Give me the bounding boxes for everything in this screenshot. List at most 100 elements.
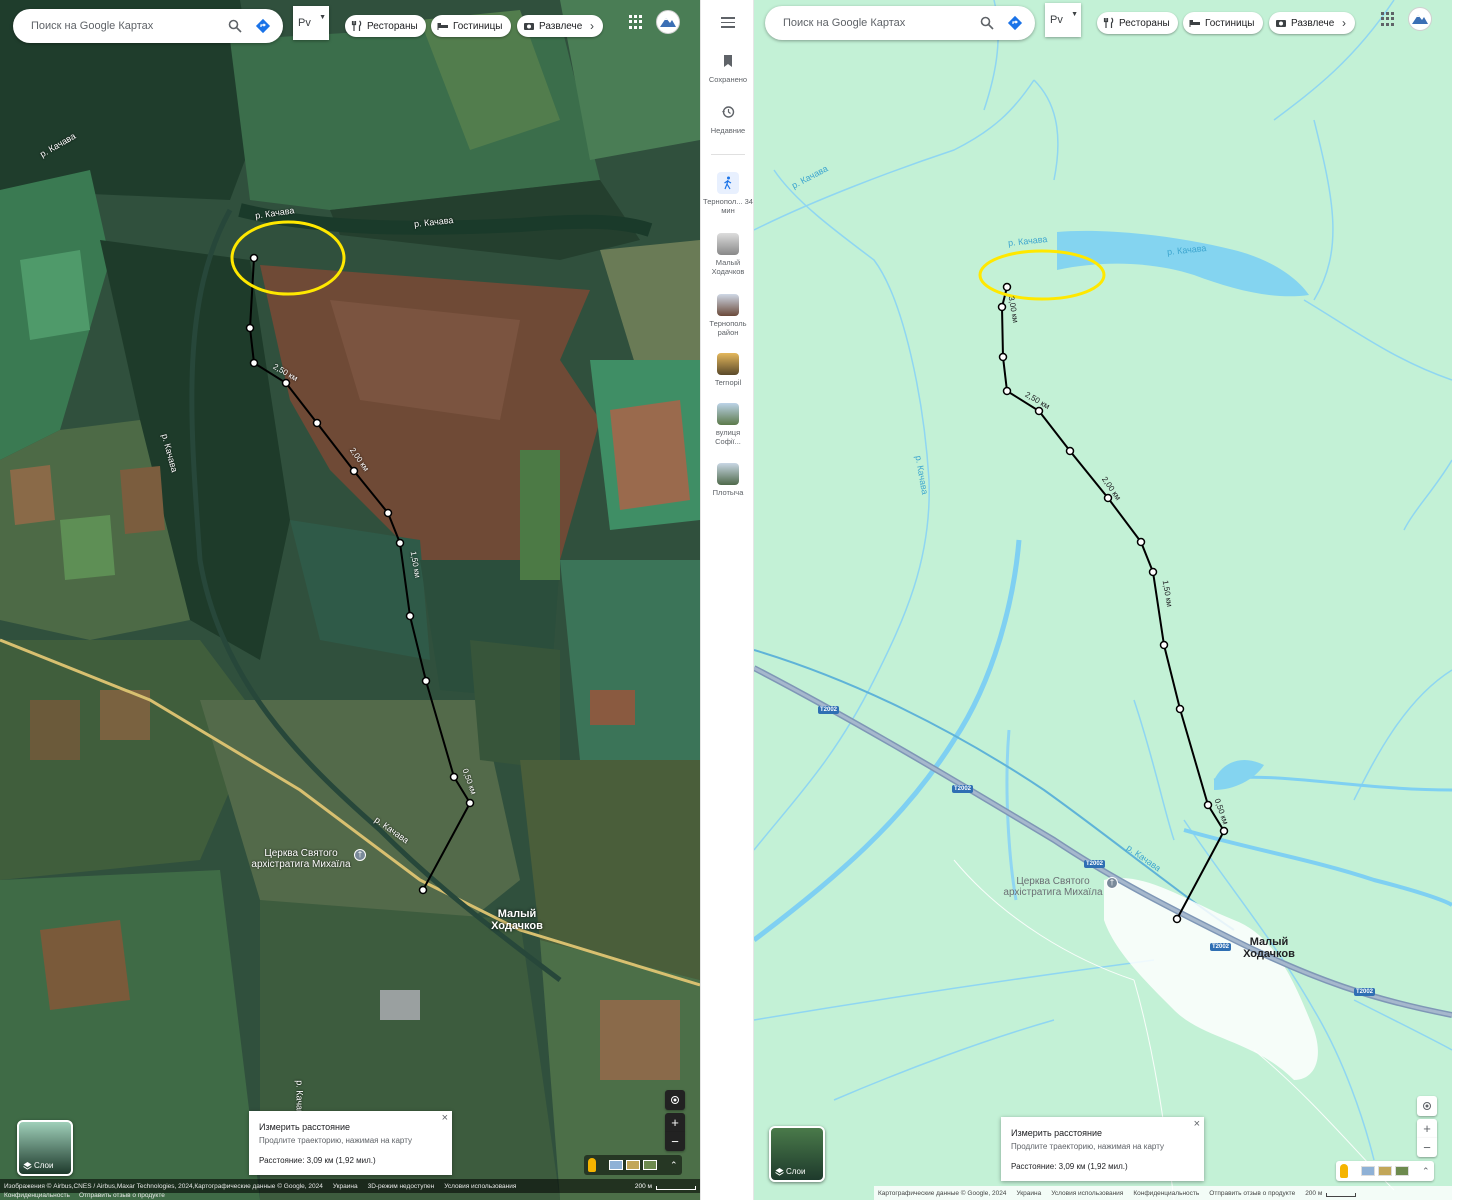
directions-icon[interactable] (249, 12, 277, 40)
footer-country[interactable]: Украина (1016, 1190, 1041, 1197)
route-point[interactable] (405, 611, 415, 621)
route-dropdown[interactable]: Рv ▼ (293, 6, 329, 40)
church-label[interactable]: Церква Святого архістратига Михаїла (246, 848, 356, 870)
sidebar-item-place[interactable]: Тернополь район (701, 294, 755, 337)
route-point[interactable] (998, 352, 1008, 362)
road-badge: T2002 (1084, 860, 1106, 868)
close-icon[interactable]: × (1194, 1118, 1200, 1130)
footer-terms[interactable]: Условия использования (444, 1183, 516, 1190)
highlight-ellipse (978, 249, 1106, 301)
default-map[interactable]: р. Качава р. Качава р. Качава р. Качава … (754, 0, 1452, 1200)
search-input[interactable]: Поиск на Google Картах (31, 20, 221, 32)
footer-feedback[interactable]: Отправить отзыв о продукте (1209, 1190, 1295, 1197)
expand-icon[interactable]: ⌃ (670, 1160, 678, 1171)
chip-hotels[interactable]: Гостиницы (1183, 12, 1263, 34)
imagery-thumb[interactable] (1395, 1166, 1409, 1176)
imagery-thumb[interactable] (626, 1160, 640, 1170)
my-location-button[interactable] (665, 1090, 685, 1110)
route-point[interactable] (281, 378, 291, 388)
footer-feedback[interactable]: Отправить отзыв о продукте (79, 1192, 165, 1199)
chevron-right-icon[interactable]: › (584, 18, 600, 34)
street-view-strip[interactable]: ⌃ (1336, 1161, 1434, 1181)
search-input[interactable]: Поиск на Google Картах (783, 17, 973, 29)
route-point[interactable] (1159, 640, 1169, 650)
route-point[interactable] (997, 302, 1007, 312)
layers-button[interactable]: Слои (17, 1120, 73, 1176)
imagery-thumb[interactable] (643, 1160, 657, 1170)
directions-icon[interactable] (1001, 9, 1029, 37)
street-view-strip[interactable]: ⌃ (584, 1155, 682, 1175)
hotel-icon (437, 20, 449, 32)
zoom-out-icon[interactable]: − (665, 1132, 685, 1151)
footer-privacy[interactable]: Конфиденциальность (4, 1192, 70, 1199)
route-point[interactable] (349, 466, 359, 476)
route-point[interactable] (1219, 826, 1229, 836)
close-icon[interactable]: × (442, 1112, 448, 1124)
zoom-in-icon[interactable]: + (1417, 1119, 1437, 1138)
sidebar-divider (711, 154, 745, 155)
expand-icon[interactable]: ⌃ (1422, 1166, 1430, 1177)
town-label[interactable]: Малый Ходачков (1236, 936, 1302, 960)
sidebar-item-place[interactable]: Малый Ходачков (701, 233, 755, 276)
app-sidebar: Сохранено Недавние Тернопол... 34 мин Ма… (700, 0, 754, 1200)
route-point[interactable] (449, 772, 459, 782)
imagery-thumb[interactable] (609, 1160, 623, 1170)
sidebar-item-place[interactable]: Плотыча (701, 463, 755, 497)
layers-button[interactable]: Слои (769, 1126, 825, 1182)
route-point[interactable] (395, 538, 405, 548)
church-label[interactable]: Церква Святого архістратига Михаїла (998, 876, 1108, 898)
route-point[interactable] (1136, 537, 1146, 547)
layers-icon (23, 1162, 32, 1170)
satellite-map[interactable]: р. Качава р. Качава р. Качава р. Качава … (0, 0, 700, 1200)
route-point[interactable] (418, 885, 428, 895)
imagery-thumb[interactable] (1361, 1166, 1375, 1176)
route-point[interactable] (1203, 800, 1213, 810)
imagery-thumb[interactable] (1378, 1166, 1392, 1176)
avatar[interactable] (1408, 7, 1432, 31)
sidebar-item-recent[interactable]: Недавние (701, 101, 755, 135)
chip-hotels[interactable]: Гостиницы (431, 15, 511, 37)
chip-restaurants[interactable]: Рестораны (1097, 12, 1178, 34)
route-point[interactable] (312, 418, 322, 428)
route-point[interactable] (249, 253, 259, 263)
my-location-button[interactable] (1417, 1096, 1437, 1116)
zoom-out-icon[interactable]: − (1417, 1138, 1437, 1157)
route-point[interactable] (1172, 914, 1182, 924)
pegman-icon[interactable] (1340, 1164, 1348, 1178)
route-point[interactable] (421, 676, 431, 686)
footer-3d: 3D-режим недоступен (367, 1182, 435, 1190)
search-icon[interactable] (221, 12, 249, 40)
route-point[interactable] (1065, 446, 1075, 456)
footer-privacy[interactable]: Конфиденциальность (1133, 1190, 1199, 1197)
route-point[interactable] (249, 358, 259, 368)
search-bar[interactable]: Поиск на Google Картах (765, 6, 1035, 40)
search-bar[interactable]: Поиск на Google Картах (13, 9, 283, 43)
route-dropdown[interactable]: Рv ▼ (1045, 3, 1081, 37)
town-label[interactable]: Малый Ходачков (484, 908, 550, 932)
menu-icon[interactable] (721, 17, 735, 28)
search-icon[interactable] (973, 9, 1001, 37)
route-point[interactable] (1002, 282, 1012, 292)
apps-icon[interactable] (629, 15, 643, 29)
route-point[interactable] (383, 508, 393, 518)
chip-restaurants[interactable]: Рестораны (345, 15, 426, 37)
place-thumbnail (717, 294, 739, 316)
chevron-right-icon[interactable]: › (1336, 15, 1352, 31)
measure-distance: Расстояние: 3,09 км (1,92 мил.) (1011, 1162, 1128, 1171)
route-point[interactable] (245, 323, 255, 333)
sidebar-item-route[interactable]: Тернопол... 34 мин (701, 172, 755, 215)
route-point[interactable] (1148, 567, 1158, 577)
avatar[interactable] (656, 10, 680, 34)
apps-icon[interactable] (1381, 12, 1395, 26)
zoom-in-icon[interactable]: + (665, 1113, 685, 1132)
route-point[interactable] (465, 798, 475, 808)
pegman-icon[interactable] (588, 1158, 596, 1172)
footer-country[interactable]: Украина (333, 1183, 358, 1190)
route-point[interactable] (1175, 704, 1185, 714)
scale-bar: 200 м (635, 1183, 696, 1190)
footer-terms[interactable]: Условия использования (1051, 1190, 1123, 1197)
sidebar-item-place[interactable]: Ternopil (701, 353, 755, 387)
sidebar-item-place[interactable]: вулиця Софії... (701, 403, 755, 446)
route-point[interactable] (1002, 386, 1012, 396)
sidebar-item-saved[interactable]: Сохранено (701, 50, 755, 84)
